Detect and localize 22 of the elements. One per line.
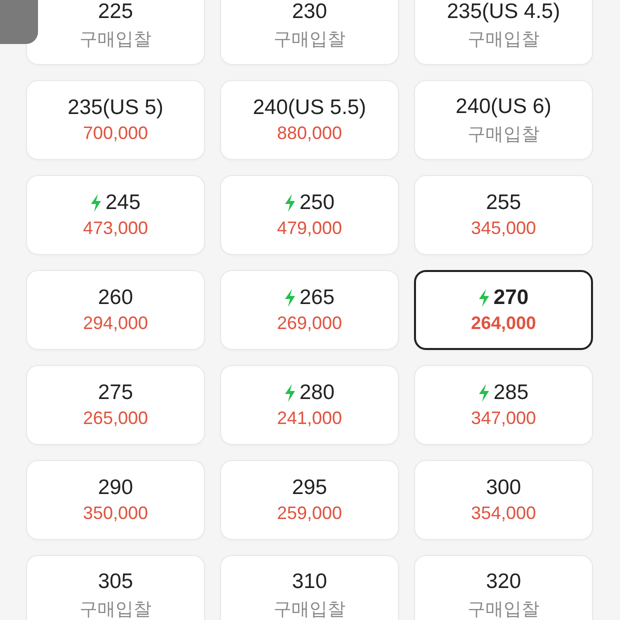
size-option[interactable]: 255 345,000 [414,175,593,255]
size-option[interactable]: 235(US 4.5) 구매입찰 [414,0,593,65]
size-option[interactable]: 235(US 5) 700,000 [26,80,205,160]
size-option[interactable]: 305 구매입찰 [26,555,205,620]
size-option[interactable]: 240(US 5.5) 880,000 [220,80,399,160]
size-option[interactable]: 245 473,000 [26,175,205,255]
size-option[interactable]: 275 265,000 [26,365,205,445]
size-option[interactable]: 295 259,000 [220,460,399,540]
size-option[interactable]: 230 구매입찰 [220,0,399,65]
size-option[interactable]: 285 347,000 [414,365,593,445]
size-option[interactable]: 270 264,000 [414,270,593,350]
size-option[interactable]: 290 350,000 [26,460,205,540]
overlay-panel [0,0,38,44]
size-option[interactable]: 310 구매입찰 [220,555,399,620]
size-option[interactable]: 265 269,000 [220,270,399,350]
size-option[interactable]: 240(US 6) 구매입찰 [414,80,593,160]
size-option[interactable]: 320 구매입찰 [414,555,593,620]
size-option[interactable]: 250 479,000 [220,175,399,255]
size-option[interactable]: 280 241,000 [220,365,399,445]
size-option[interactable]: 260 294,000 [26,270,205,350]
size-option[interactable]: 225 구매입찰 [26,0,205,65]
size-option[interactable]: 300 354,000 [414,460,593,540]
